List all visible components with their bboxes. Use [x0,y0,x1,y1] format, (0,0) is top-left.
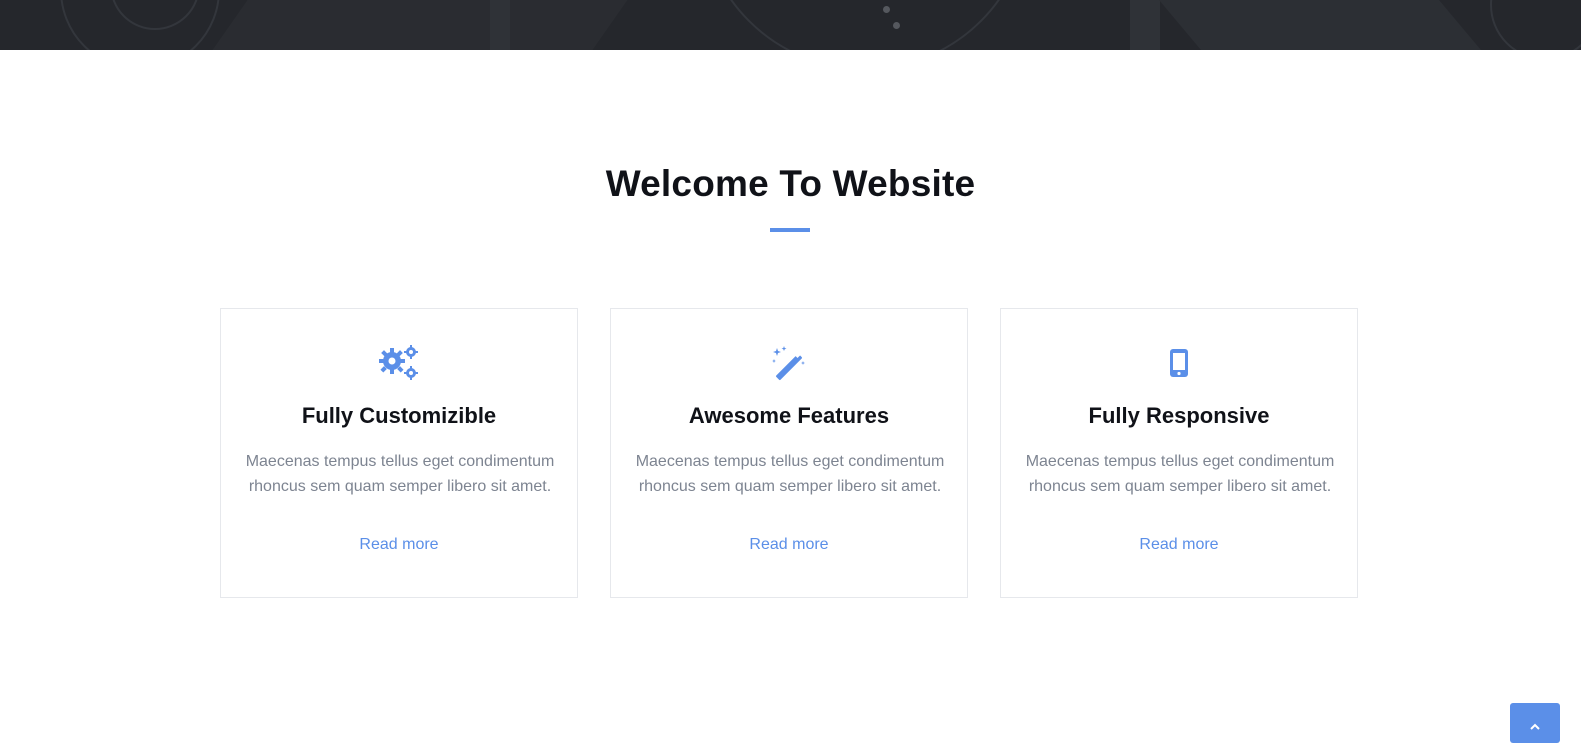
card-description: Maecenas tempus tellus eget condimentum … [245,453,555,495]
magic-wand-icon [771,345,807,386]
feature-card-features: Awesome Features Maecenas tempus tellus … [610,308,968,598]
feature-card-responsive: Fully Responsive Maecenas tempus tellus … [1000,308,1358,598]
chevron-up-icon [1529,717,1541,743]
mobile-phone-icon [1169,348,1189,383]
read-more-link[interactable]: Read more [611,536,967,554]
feature-card-customizable: Fully Customizible Maecenas tempus tellu… [220,308,578,598]
back-to-top-button[interactable] [1510,703,1560,743]
card-description: Maecenas tempus tellus eget condimentum … [635,453,945,495]
hero-banner-strip [0,0,1581,50]
card-title: Fully Responsive [1088,403,1270,428]
card-description: Maecenas tempus tellus eget condimentum … [1025,453,1335,495]
gears-icon [378,344,420,387]
section-title: Welcome To Website [605,163,976,204]
read-more-link[interactable]: Read more [221,536,577,554]
card-title: Fully Customizible [301,403,497,428]
read-more-link[interactable]: Read more [1001,536,1357,554]
title-underline-divider [770,228,810,232]
card-title: Awesome Features [688,403,890,428]
